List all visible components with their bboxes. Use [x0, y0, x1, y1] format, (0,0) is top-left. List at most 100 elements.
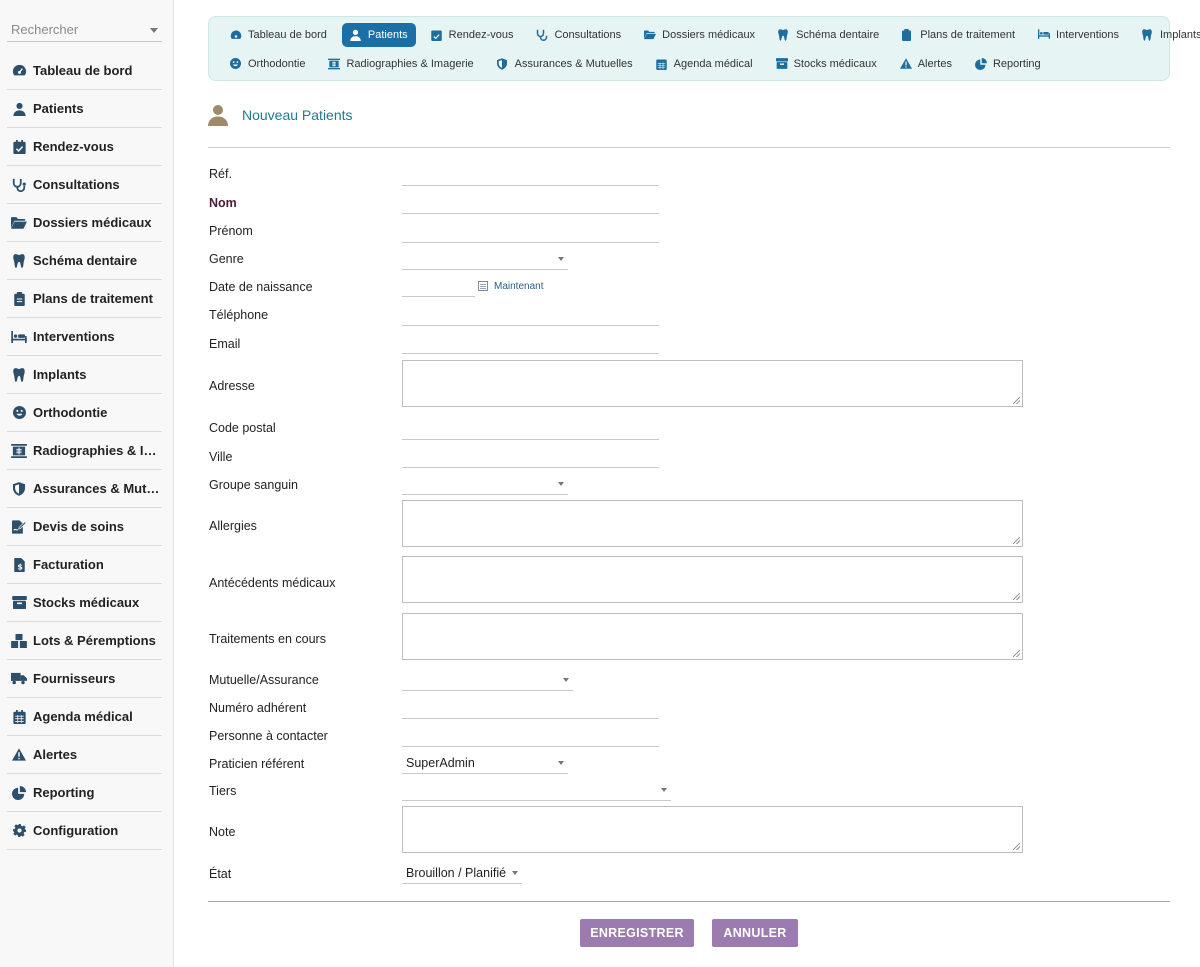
resize-handle-icon[interactable]: [1013, 843, 1020, 850]
sidebar-item-label: Lots & Péremptions: [33, 633, 156, 648]
email-label: Email: [209, 337, 241, 351]
page-header: Nouveau Patients: [208, 100, 1170, 148]
current-treatments-textarea[interactable]: [402, 613, 1023, 660]
tab-label: Interventions: [1056, 29, 1119, 41]
user-icon: [11, 101, 27, 117]
sidebar-item-plans[interactable]: Plans de traitement: [7, 280, 162, 318]
address-textarea[interactable]: [402, 360, 1023, 407]
resize-handle-icon[interactable]: [1013, 397, 1020, 404]
cancel-button[interactable]: ANNULER: [712, 919, 798, 947]
chevron-down-icon: [558, 482, 564, 486]
contact-person-field[interactable]: [402, 725, 659, 747]
warning-icon: [11, 747, 27, 763]
sidebar-item-label: Radiographies & Ima…: [33, 443, 162, 458]
sidebar-item-devis[interactable]: Devis de soins: [7, 508, 162, 546]
sidebar-item-implants[interactable]: Implants: [7, 356, 162, 394]
tab-interventions[interactable]: Interventions: [1030, 23, 1127, 47]
sidebar-item-consultations[interactable]: Consultations: [7, 166, 162, 204]
tab-radiographies[interactable]: Radiographies & Imagerie: [320, 52, 481, 76]
note-textarea[interactable]: [402, 806, 1023, 853]
tab-agenda[interactable]: Agenda médical: [648, 52, 761, 76]
sidebar-item-rendez-vous[interactable]: Rendez-vous: [7, 128, 162, 166]
sidebar-item-agenda[interactable]: Agenda médical: [7, 698, 162, 736]
resize-handle-icon[interactable]: [1013, 650, 1020, 657]
tab-assurances[interactable]: Assurances & Mutuelles: [489, 52, 641, 76]
sidebar-item-schema-dentaire[interactable]: Schéma dentaire: [7, 242, 162, 280]
sidebar-item-radiographies[interactable]: Radiographies & Ima…: [7, 432, 162, 470]
tab-stocks[interactable]: Stocks médicaux: [768, 52, 885, 76]
city-label: Ville: [209, 450, 233, 464]
tab-alertes[interactable]: Alertes: [892, 52, 960, 76]
resize-handle-icon[interactable]: [1013, 593, 1020, 600]
nom-field[interactable]: [402, 192, 659, 214]
tab-implants[interactable]: Implants: [1134, 23, 1200, 47]
allergies-textarea[interactable]: [402, 500, 1023, 547]
chevron-down-icon: [563, 678, 569, 682]
shield-icon: [496, 58, 509, 70]
dashboard-icon: [11, 63, 27, 79]
now-link-label: Maintenant: [494, 281, 544, 292]
gear-icon: [11, 823, 27, 839]
x-ray-icon: [328, 58, 341, 70]
sidebar-item-configuration[interactable]: Configuration: [7, 812, 162, 850]
sidebar-item-patients[interactable]: Patients: [7, 90, 162, 128]
insurance-select[interactable]: [402, 669, 573, 691]
sidebar-item-reporting[interactable]: Reporting: [7, 774, 162, 812]
tab-patients[interactable]: Patients: [341, 23, 416, 47]
tab-dossiers-medicaux[interactable]: Dossiers médicaux: [636, 23, 763, 47]
note-label: Note: [209, 825, 236, 839]
medical-history-textarea[interactable]: [402, 556, 1023, 603]
member-number-field[interactable]: [402, 697, 659, 719]
tooth-icon: [778, 29, 790, 41]
smile-icon: [11, 405, 27, 421]
practitioner-select[interactable]: SuperAdmin: [402, 752, 568, 774]
history-label: Antécédents médicaux: [209, 576, 336, 590]
phone-field[interactable]: [402, 304, 659, 326]
tab-schema-dentaire[interactable]: Schéma dentaire: [770, 23, 887, 47]
save-button[interactable]: ENREGISTRER: [580, 919, 694, 947]
tab-label: Plans de traitement: [920, 29, 1016, 41]
resize-handle-icon[interactable]: [1013, 537, 1020, 544]
email-field[interactable]: [402, 332, 659, 354]
tab-label: Stocks médicaux: [793, 58, 877, 70]
state-select[interactable]: Brouillon / Planifié: [402, 862, 522, 884]
postal-code-field[interactable]: [402, 418, 659, 440]
sidebar-item-dossiers[interactable]: Dossiers médicaux: [7, 204, 162, 242]
calendar-icon: [11, 709, 27, 725]
now-link[interactable]: Maintenant: [478, 281, 543, 292]
tab-plans-de-traitement[interactable]: Plans de traitement: [894, 23, 1023, 47]
sidebar-item-interventions[interactable]: Interventions: [7, 318, 162, 356]
dob-field[interactable]: [402, 275, 475, 297]
tab-label: Assurances & Mutuelles: [514, 58, 633, 70]
sidebar-item-lots[interactable]: Lots & Péremptions: [7, 622, 162, 660]
tab-rendez-vous[interactable]: Rendez-vous: [423, 23, 522, 47]
ref-field[interactable]: [402, 164, 659, 186]
sidebar-item-alertes[interactable]: Alertes: [7, 736, 162, 774]
genre-select[interactable]: [402, 248, 568, 270]
search-select[interactable]: Rechercher: [7, 18, 162, 42]
dashboard-icon: [230, 29, 242, 41]
blood-group-select[interactable]: [402, 473, 568, 495]
city-field[interactable]: [402, 446, 659, 468]
state-label: État: [209, 867, 232, 881]
file-signature-icon: [11, 519, 27, 535]
sidebar-item-label: Interventions: [33, 329, 115, 344]
tab-orthodontie[interactable]: Orthodontie: [222, 52, 313, 76]
sidebar: Rechercher Tableau de bord Patients Rend…: [0, 0, 174, 967]
tab-tableau-de-bord[interactable]: Tableau de bord: [222, 23, 335, 47]
tab-reporting[interactable]: Reporting: [967, 52, 1049, 76]
tab-consultations[interactable]: Consultations: [528, 23, 629, 47]
sidebar-item-stocks[interactable]: Stocks médicaux: [7, 584, 162, 622]
sidebar-item-assurances[interactable]: Assurances & Mutue…: [7, 470, 162, 508]
tiers-select[interactable]: [402, 779, 671, 801]
prenom-field[interactable]: [402, 221, 659, 243]
procedures-icon: [11, 329, 27, 345]
sidebar-item-facturation[interactable]: $ Facturation: [7, 546, 162, 584]
sidebar-item-fournisseurs[interactable]: Fournisseurs: [7, 660, 162, 698]
warning-icon: [899, 58, 912, 70]
sidebar-item-orthodontie[interactable]: Orthodontie: [7, 394, 162, 432]
svg-text:$: $: [17, 562, 22, 571]
sidebar-item-label: Tableau de bord: [33, 63, 133, 78]
search-placeholder: Rechercher: [11, 22, 79, 37]
sidebar-item-dashboard[interactable]: Tableau de bord: [7, 52, 162, 90]
